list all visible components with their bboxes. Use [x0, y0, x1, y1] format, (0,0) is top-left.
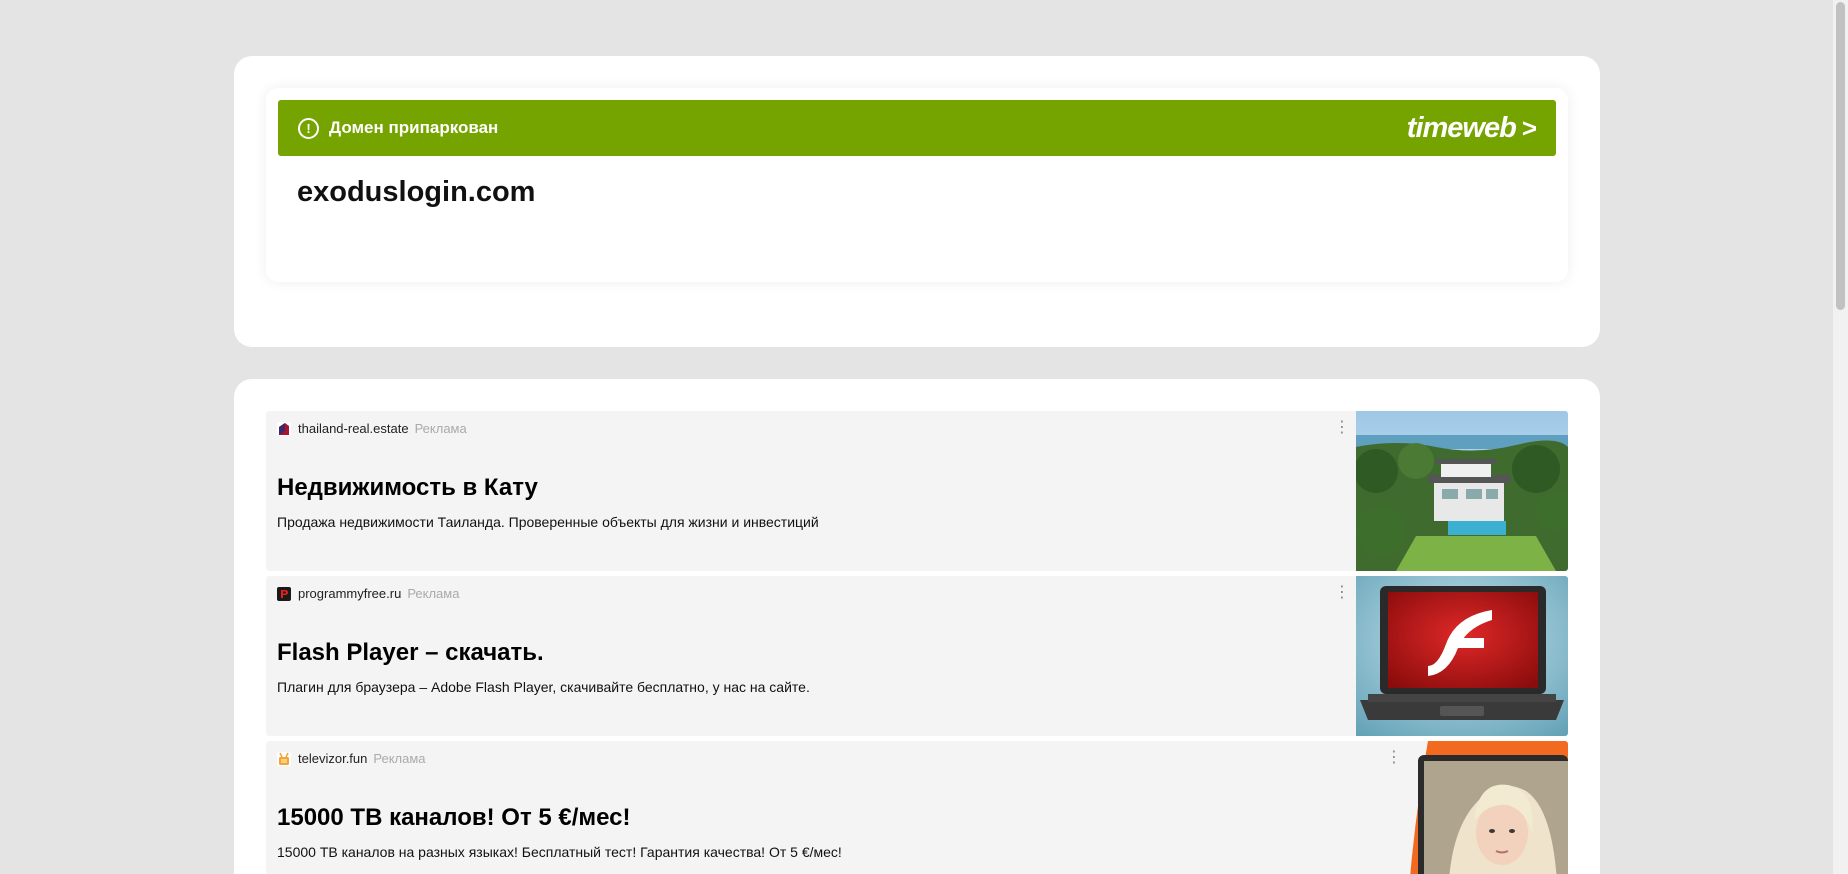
ad-header: thailand-real.estate Реклама — [277, 421, 467, 436]
programmyfree-favicon-icon — [277, 586, 291, 601]
ad-domain[interactable]: televizor.fun — [298, 751, 367, 766]
ad-header: programmyfree.ru Реклама — [277, 586, 459, 601]
villa-pool-photo-icon[interactable] — [1356, 411, 1568, 571]
ad-header: televizor.fun Реклама — [277, 751, 426, 766]
thailand-real-estate-favicon-icon — [277, 421, 291, 436]
ad-domain[interactable]: programmyfree.ru — [298, 586, 401, 601]
more-menu-icon[interactable]: ⋮ — [1334, 419, 1350, 437]
ad-domain[interactable]: thailand-real.estate — [298, 421, 409, 436]
parked-status-bar: ! Домен припаркован timeweb > — [278, 100, 1556, 156]
ad-description: 15000 ТВ каналов на разных языках! Беспл… — [277, 844, 842, 860]
parked-domain-card: ! Домен припаркован timeweb > exoduslogi… — [234, 56, 1600, 347]
ad-title[interactable]: Flash Player – скачать. — [277, 639, 544, 667]
page: ! Домен припаркован timeweb > exoduslogi… — [0, 0, 1848, 874]
tv-portrait-photo-icon[interactable] — [1408, 741, 1568, 874]
ad-description: Плагин для браузера – Adobe Flash Player… — [277, 679, 810, 695]
more-menu-icon[interactable]: ⋮ — [1386, 749, 1402, 767]
ad-item[interactable]: programmyfree.ru Реклама ⋮ Flash Player … — [266, 576, 1568, 736]
ad-item[interactable]: televizor.fun Реклама ⋮ 15000 ТВ каналов… — [266, 741, 1568, 874]
exclamation-icon: ! — [298, 117, 319, 139]
timeweb-logo: timeweb — [1406, 111, 1517, 144]
domain-name: exoduslogin.com — [297, 176, 536, 208]
ad-title[interactable]: Недвижимость в Кату — [277, 474, 538, 502]
ad-label: Реклама — [373, 751, 426, 766]
scrollbar[interactable] — [1833, 0, 1848, 874]
chevron-right-icon: > — [1521, 112, 1537, 143]
laptop-flash-logo-icon[interactable] — [1356, 576, 1568, 736]
timeweb-link[interactable]: timeweb > — [1406, 111, 1537, 145]
scrollbar-thumb[interactable] — [1836, 2, 1845, 310]
parked-domain-panel: ! Домен припаркован timeweb > exoduslogi… — [266, 88, 1568, 282]
ads-block: thailand-real.estate Реклама ⋮ Недвижимо… — [234, 379, 1600, 874]
ad-description: Продажа недвижимости Таиланда. Проверенн… — [277, 514, 819, 530]
ad-title[interactable]: 15000 ТВ каналов! От 5 €/мес! — [277, 804, 631, 832]
parked-status-text: Домен припаркован — [329, 118, 499, 137]
televizor-favicon-icon — [277, 751, 291, 766]
ad-item[interactable]: thailand-real.estate Реклама ⋮ Недвижимо… — [266, 411, 1568, 571]
more-menu-icon[interactable]: ⋮ — [1334, 584, 1350, 602]
ad-label: Реклама — [414, 421, 467, 436]
ad-label: Реклама — [407, 586, 460, 601]
